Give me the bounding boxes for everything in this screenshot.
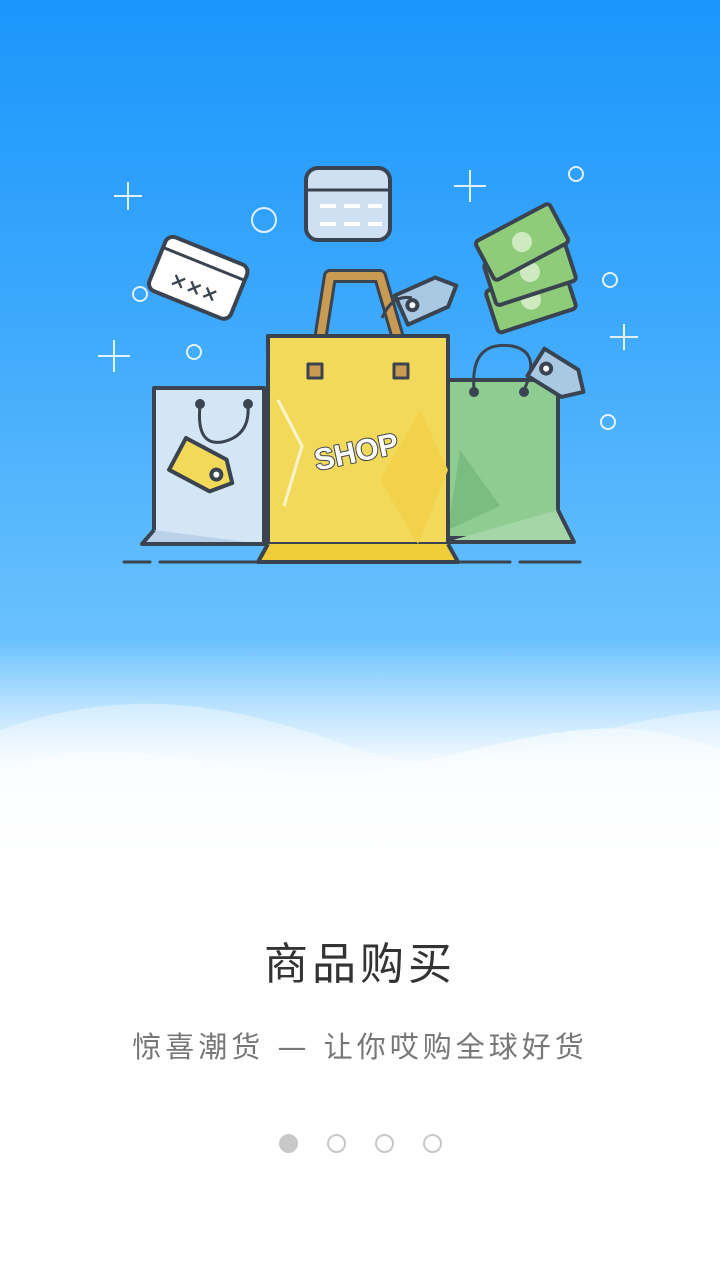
page-dot-4[interactable]	[422, 1134, 442, 1153]
ticket-icon: ×××	[146, 234, 250, 321]
money-icon	[473, 202, 578, 335]
page-title: 商品购买	[264, 939, 456, 990]
card-icon	[304, 166, 392, 242]
yellow-bag-icon: SHOP	[256, 269, 460, 564]
wave-decoration	[0, 640, 720, 860]
page-dot-2[interactable]	[326, 1134, 346, 1153]
shopping-bags-illustration: ××× SHOP	[98, 166, 638, 564]
pager-dots	[0, 1134, 720, 1154]
page-dot-3[interactable]	[374, 1134, 394, 1153]
page-dot-1[interactable]	[278, 1134, 298, 1153]
blue-bag-icon	[140, 386, 266, 546]
page-subtitle: 惊喜潮货 — 让你哎购全球好货	[132, 1030, 588, 1064]
green-bag-icon	[444, 343, 586, 544]
